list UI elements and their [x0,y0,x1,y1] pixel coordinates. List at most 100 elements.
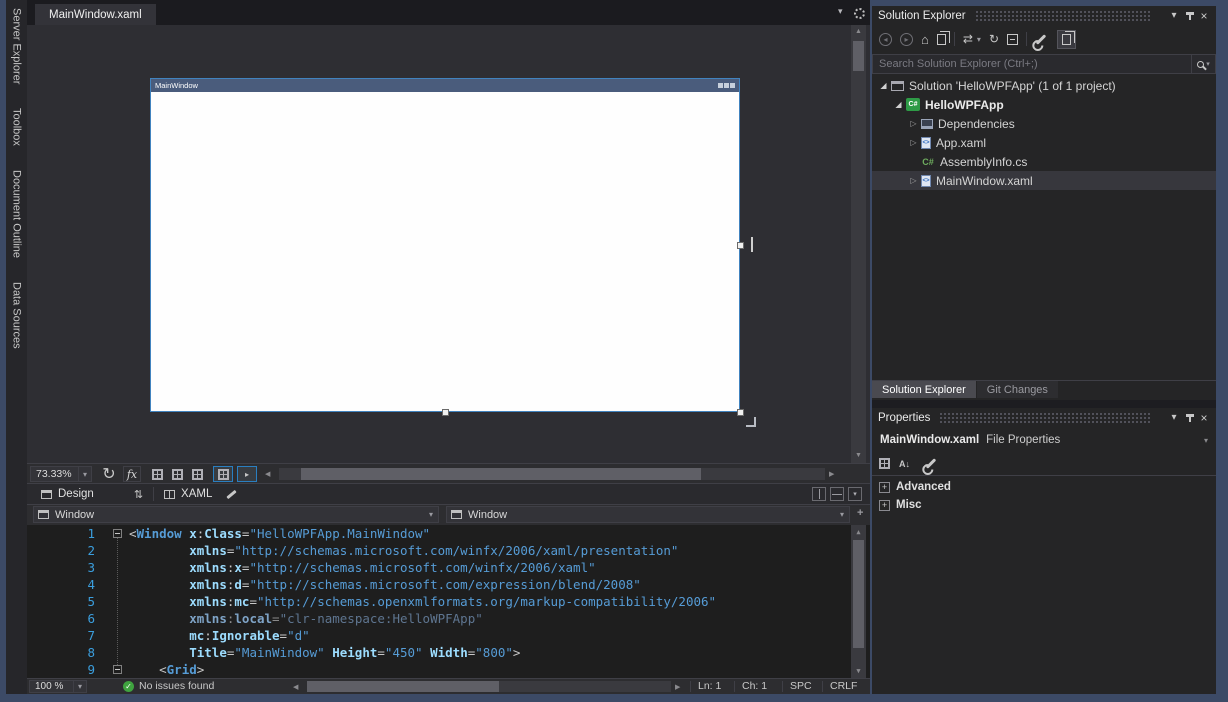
code-line[interactable]: 7 mc:Ignorable="d" [27,627,870,644]
object-selector-chevron-icon[interactable]: ▾ [1204,436,1208,445]
properties-wrench-icon[interactable] [1035,38,1047,41]
expand-group-icon[interactable]: + [879,500,890,511]
code-line[interactable]: 5 xmlns:mc="http://schemas.openxmlformat… [27,593,870,610]
show-all-files-button[interactable] [1057,30,1076,49]
design-preview-window[interactable]: MainWindow [150,78,740,412]
breadcrumb-chevron-icon[interactable]: ▾ [840,510,844,519]
line-indicator[interactable]: Ln: 1 [698,680,721,692]
switch-views-icon[interactable] [937,34,946,45]
expander-open-icon[interactable]: ◢ [891,100,906,109]
code-line[interactable]: 8 Title="MainWindow" Height="450" Width=… [27,644,870,661]
search-button[interactable]: ▾ [1192,54,1216,74]
code-line[interactable]: 3 xmlns:x="http://schemas.microsoft.com/… [27,559,870,576]
resize-handle-right[interactable] [737,242,744,249]
code-line[interactable]: 6 xmlns:local="clr-namespace:HelloWPFApp… [27,610,870,627]
expander-closed-icon[interactable]: ▷ [906,119,921,128]
home-icon[interactable]: ⌂ [921,32,929,47]
tree-item-mainwindow-xaml[interactable]: ▷MainWindow.xaml [872,171,1216,190]
show-annotations-icon[interactable] [189,466,205,482]
expander-closed-icon[interactable]: ▷ [906,138,921,147]
expander-closed-icon[interactable]: ▷ [906,176,921,185]
refresh-icon[interactable]: ↻ [989,32,999,46]
design-breadcrumb[interactable]: Window ▾ [33,506,439,523]
editor-horizontal-scrollbar[interactable] [307,681,671,692]
panel-tab-solution-explorer[interactable]: Solution Explorer [872,381,976,398]
designer-hscrollbar-thumb[interactable] [301,468,701,480]
splitter-grip-icon[interactable]: + [857,507,863,519]
vertical-split-button[interactable] [812,487,826,501]
property-group-misc[interactable]: +Misc [872,496,1216,514]
resize-handle-corner[interactable] [737,409,744,416]
pin-icon[interactable] [1189,12,1191,20]
drag-handle-dots[interactable] [975,10,1152,21]
document-tab[interactable]: MainWindow.xaml [35,4,156,25]
close-icon[interactable]: × [1198,411,1210,425]
editor-options-gear-icon[interactable] [854,6,865,24]
back-icon[interactable]: ◂ [879,33,892,46]
side-tab-toolbox[interactable]: Toolbox [11,104,23,150]
window-position-chevron-icon[interactable]: ▾ [1168,10,1180,21]
forward-icon[interactable]: ▸ [900,33,913,46]
line-ending-indicator[interactable]: CRLF [830,680,857,692]
zoom-level-combo[interactable]: 73.33% ▾ [30,466,92,482]
close-icon[interactable]: × [1198,9,1210,23]
scroll-up-icon[interactable]: ▲ [851,25,866,39]
editor-zoom-combo[interactable]: 100 % ▾ [29,680,87,693]
scroll-down-icon[interactable]: ▼ [851,664,866,678]
spaces-indicator[interactable]: SPC [790,680,812,692]
expander-open-icon[interactable]: ◢ [876,81,891,90]
horizontal-split-button[interactable] [830,487,844,501]
panel-tab-git-changes[interactable]: Git Changes [977,381,1058,398]
property-pages-wrench-icon[interactable] [925,462,937,465]
designer-scroll-right-icon[interactable]: ▶ [829,470,834,478]
editor-hscrollbar-thumb[interactable] [307,681,499,692]
fold-collapse-icon[interactable] [113,529,122,538]
code-line[interactable]: 2 xmlns="http://schemas.microsoft.com/wi… [27,542,870,559]
editor-scroll-right-icon[interactable]: ▶ [675,683,680,691]
swap-panes-icon[interactable]: ⇅ [134,488,143,501]
xaml-view-tab[interactable]: XAML [181,488,212,500]
sync-options-chevron-icon[interactable]: ▾ [977,35,981,44]
editor-vertical-scrollbar[interactable]: ▲ ▼ [851,525,866,678]
tree-item-hellowpfapp[interactable]: ◢C#HelloWPFApp [872,95,1216,114]
xaml-breadcrumb[interactable]: Window ▾ [446,506,850,523]
tree-item-solution-hellowpfapp-1-of-1-project[interactable]: ◢Solution 'HelloWPFApp' (1 of 1 project) [872,76,1216,95]
side-tab-server-explorer[interactable]: Server Explorer [11,4,23,88]
panel-splitter[interactable] [872,400,1216,408]
designer-scrollbar-thumb[interactable] [853,41,864,71]
xaml-code-editor[interactable]: 1<Window x:Class="HelloWPFApp.MainWindow… [27,525,870,678]
expand-group-icon[interactable]: + [879,482,890,493]
show-grid-icon[interactable] [149,466,165,482]
resize-handle-bottom[interactable] [442,409,449,416]
tree-item-assemblyinfo-cs[interactable]: C#AssemblyInfo.cs [872,152,1216,171]
column-indicator[interactable]: Ch: 1 [742,680,767,692]
collapse-all-icon[interactable] [1007,34,1018,45]
code-line[interactable]: 9 <Grid> [27,661,870,678]
editor-scroll-left-icon[interactable]: ◀ [293,683,298,691]
snapping-gridlines-toggle[interactable] [213,466,233,482]
code-line[interactable]: 1<Window x:Class="HelloWPFApp.MainWindow… [27,525,870,542]
designer-horizontal-scrollbar[interactable] [279,468,825,480]
fold-collapse-icon[interactable] [113,665,122,674]
effects-toggle-button[interactable]: fx [123,466,141,482]
sync-with-active-document-icon[interactable]: ⇄ [963,32,973,46]
code-line[interactable]: 4 xmlns:d="http://schemas.microsoft.com/… [27,576,870,593]
properties-object-row[interactable]: MainWindow.xaml File Properties ▾ [872,430,1216,450]
designer-vertical-scrollbar[interactable]: ▲ ▼ [851,25,866,463]
property-group-advanced[interactable]: +Advanced [872,478,1216,496]
search-input[interactable] [872,54,1192,74]
scroll-up-icon[interactable]: ▲ [851,525,866,539]
collapse-pane-button[interactable]: ▾ [848,487,862,501]
design-view-tab[interactable]: Design [58,488,94,500]
side-tab-document-outline[interactable]: Document Outline [11,166,23,262]
breadcrumb-chevron-icon[interactable]: ▾ [429,510,433,519]
editor-scrollbar-thumb[interactable] [853,540,864,648]
window-position-chevron-icon[interactable]: ▾ [1168,412,1180,423]
tree-item-dependencies[interactable]: ▷Dependencies [872,114,1216,133]
snap-to-grid-icon[interactable] [169,466,185,482]
grid-resize-adorner[interactable] [746,417,756,427]
xaml-designer-surface[interactable]: MainWindow ▲ ▼ [27,25,870,463]
project-code-toggle[interactable]: ▸ [237,466,257,482]
pin-icon[interactable] [1189,414,1191,422]
scroll-down-icon[interactable]: ▼ [851,449,866,463]
